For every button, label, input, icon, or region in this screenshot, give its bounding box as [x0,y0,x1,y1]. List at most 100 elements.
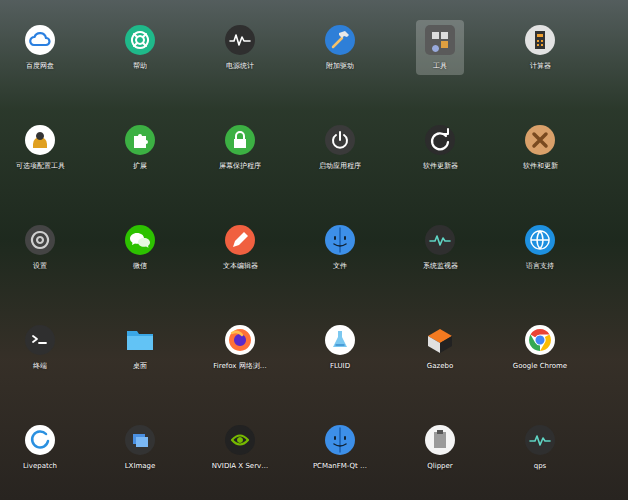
app-label: Qlipper [427,462,452,470]
app-item[interactable]: 文本编辑器 [216,220,264,275]
app-label: 电源统计 [226,62,254,70]
config-icon [24,124,56,156]
app-item[interactable]: NVIDIA X Serv… [206,420,274,475]
gear-icon [24,224,56,256]
app-item[interactable]: 电源统计 [216,20,264,75]
app-label: 附加驱动 [326,62,354,70]
app-cell: FLUID [300,300,380,400]
app-label: PCManFM-Qt … [313,462,367,470]
nvidia-icon [224,424,256,456]
app-grid: 百度网盘 帮助 电源统计 附加驱动 工具 计算器 可选项配置工具 扩展 屏幕保护… [0,0,628,500]
app-item[interactable]: 语言支持 [516,220,564,275]
app-cell: 附加驱动 [300,0,380,100]
image-icon [124,424,156,456]
app-cell: 可选项配置工具 [0,100,80,200]
app-cell: 软件和更新 [500,100,580,200]
app-cell: Qlipper [400,400,480,500]
app-cell: PCManFM-Qt … [300,400,380,500]
app-item[interactable]: 百度网盘 [16,20,64,75]
monitor-icon [424,224,456,256]
flask-icon [324,324,356,356]
launcher: 百度网盘 帮助 电源统计 附加驱动 工具 计算器 可选项配置工具 扩展 屏幕保护… [0,0,628,500]
app-label: LXImage [125,462,156,470]
app-item[interactable]: LXImage [116,420,164,475]
app-label: Google Chrome [513,362,567,370]
app-item[interactable]: 扩展 [116,120,164,175]
app-item[interactable]: FLUID [316,320,364,375]
app-label: 帮助 [133,62,147,70]
app-item[interactable]: 设置 [16,220,64,275]
app-item[interactable]: qps [516,420,564,475]
app-item[interactable]: 系统监视器 [416,220,464,275]
lifebuoy-icon [124,24,156,56]
app-cell: 启动应用程序 [300,100,380,200]
refresh-icon [424,124,456,156]
app-label: 文件 [333,262,347,270]
app-cell: 工具 [400,0,480,100]
chrome-icon [524,324,556,356]
app-cell: 扩展 [100,100,180,200]
app-cell: LXImage [100,400,180,500]
app-item[interactable]: Google Chrome [507,320,573,375]
app-label: 语言支持 [526,262,554,270]
app-label: NVIDIA X Serv… [212,462,268,470]
app-item[interactable]: 桌面 [116,320,164,375]
app-item[interactable]: 屏幕保护程序 [213,120,267,175]
app-cell: NVIDIA X Serv… [200,400,280,500]
app-cell: Google Chrome [500,300,580,400]
app-cell: 帮助 [100,0,180,100]
app-label: Firefox 网络浏… [213,362,266,370]
calculator-icon [524,24,556,56]
app-item[interactable]: 微信 [116,220,164,275]
app-cell: 百度网盘 [0,0,80,100]
app-cell: 终端 [0,300,80,400]
app-item[interactable]: 终端 [16,320,64,375]
app-item[interactable]: 计算器 [516,20,564,75]
app-cell: Gazebo [400,300,480,400]
app-item[interactable]: Gazebo [416,320,464,375]
app-item[interactable]: 软件更新器 [416,120,464,175]
app-item[interactable]: PCManFM-Qt … [307,420,373,475]
app-item[interactable]: 帮助 [116,20,164,75]
app-item[interactable]: Qlipper [416,420,464,475]
firefox-icon [224,324,256,356]
app-label: 软件更新器 [423,162,458,170]
app-label: qps [534,462,547,470]
files-icon [324,224,356,256]
app-label: 终端 [33,362,47,370]
globe-icon [524,224,556,256]
tools-folder-icon [424,24,456,56]
app-cell: 文件 [300,200,380,300]
hammer-icon [324,24,356,56]
app-label: FLUID [330,362,350,370]
app-cell: 屏幕保护程序 [200,100,280,200]
app-item[interactable]: 附加驱动 [316,20,364,75]
app-label: 桌面 [133,362,147,370]
app-item[interactable]: 工具 [416,20,464,75]
livepatch-icon [24,424,56,456]
app-item[interactable]: 启动应用程序 [313,120,367,175]
app-label: 启动应用程序 [319,162,361,170]
app-label: 屏幕保护程序 [219,162,261,170]
lock-icon [224,124,256,156]
app-label: Gazebo [427,362,453,370]
app-label: 计算器 [530,62,551,70]
app-label: 扩展 [133,162,147,170]
app-label: 百度网盘 [26,62,54,70]
app-item[interactable]: 软件和更新 [516,120,564,175]
app-cell: 计算器 [500,0,580,100]
app-cell: 文本编辑器 [200,200,280,300]
app-item[interactable]: Firefox 网络浏… [207,320,272,375]
app-item[interactable]: 文件 [316,220,364,275]
cloud-icon [24,24,56,56]
gazebo-icon [424,324,456,356]
terminal-icon [24,324,56,356]
pcmanfm-icon [324,424,356,456]
app-label: 工具 [433,62,447,70]
app-cell: 桌面 [100,300,180,400]
puzzle-icon [124,124,156,156]
app-item[interactable]: 可选项配置工具 [10,120,71,175]
app-cell: 设置 [0,200,80,300]
app-label: 文本编辑器 [223,262,258,270]
app-item[interactable]: Livepatch [16,420,64,475]
